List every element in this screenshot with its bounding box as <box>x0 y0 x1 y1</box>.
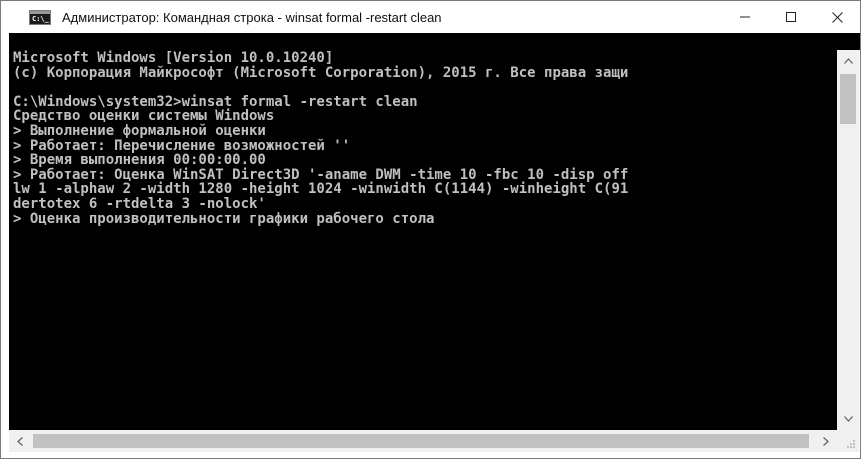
console-line: Средство оценки системы Windows <box>13 108 275 125</box>
close-button[interactable] <box>814 1 860 33</box>
scroll-right-button[interactable] <box>815 430 837 452</box>
scroll-up-button[interactable] <box>837 50 859 72</box>
vertical-scrollbar[interactable] <box>837 50 859 430</box>
command-prompt-icon[interactable]: C:\_ <box>29 9 51 25</box>
console-line: lw 1 -alphaw 2 -width 1280 -height 1024 … <box>13 181 629 198</box>
console-line: (c) Корпорация Майкрософт (Microsoft Cor… <box>13 64 629 81</box>
scroll-down-button[interactable] <box>837 408 859 430</box>
horizontal-scrollbar[interactable] <box>9 430 837 452</box>
console-line: Microsoft Windows [Version 10.0.10240] <box>13 50 334 66</box>
console-text: Microsoft Windows [Version 10.0.10240] (c… <box>13 51 628 226</box>
console-line: > Оценка производительности графики рабо… <box>13 210 435 227</box>
close-icon <box>831 11 843 23</box>
chevron-right-icon <box>823 436 829 446</box>
app-icon-glyph: C:\_ <box>32 14 49 23</box>
maximize-icon <box>786 12 796 22</box>
caption-buttons <box>722 1 860 33</box>
console-window: C:\_ Администратор: Командная строка - w… <box>0 0 861 459</box>
console-top-edge <box>9 33 860 50</box>
console-line: dertotex 6 -rtdelta 3 -nolock' <box>13 195 266 212</box>
minimize-button[interactable] <box>722 1 768 33</box>
window-title: Администратор: Командная строка - winsat… <box>62 9 442 25</box>
console-line: C:\Windows\system32>winsat formal -resta… <box>13 93 418 110</box>
title-bar[interactable]: C:\_ Администратор: Командная строка - w… <box>1 1 860 33</box>
vertical-scroll-thumb[interactable] <box>840 74 856 124</box>
resize-corner[interactable] <box>837 430 859 452</box>
scroll-left-button[interactable] <box>9 430 31 452</box>
chevron-up-icon <box>843 58 853 64</box>
maximize-button[interactable] <box>768 1 814 33</box>
console-output[interactable]: Microsoft Windows [Version 10.0.10240] (c… <box>9 50 837 430</box>
minimize-icon <box>740 16 750 18</box>
chevron-left-icon <box>17 436 23 446</box>
chevron-down-icon <box>843 416 853 422</box>
console-line: > Выполнение формальной оценки <box>13 122 266 139</box>
console-line: > Время выполнения 00:00:00.00 <box>13 152 266 169</box>
console-line: > Работает: Оценка WinSAT Direct3D '-ana… <box>13 166 629 183</box>
resize-grip-icon <box>847 440 855 448</box>
console-line: > Работает: Перечисление возможностей '' <box>13 137 351 154</box>
horizontal-scroll-thumb[interactable] <box>33 434 809 448</box>
